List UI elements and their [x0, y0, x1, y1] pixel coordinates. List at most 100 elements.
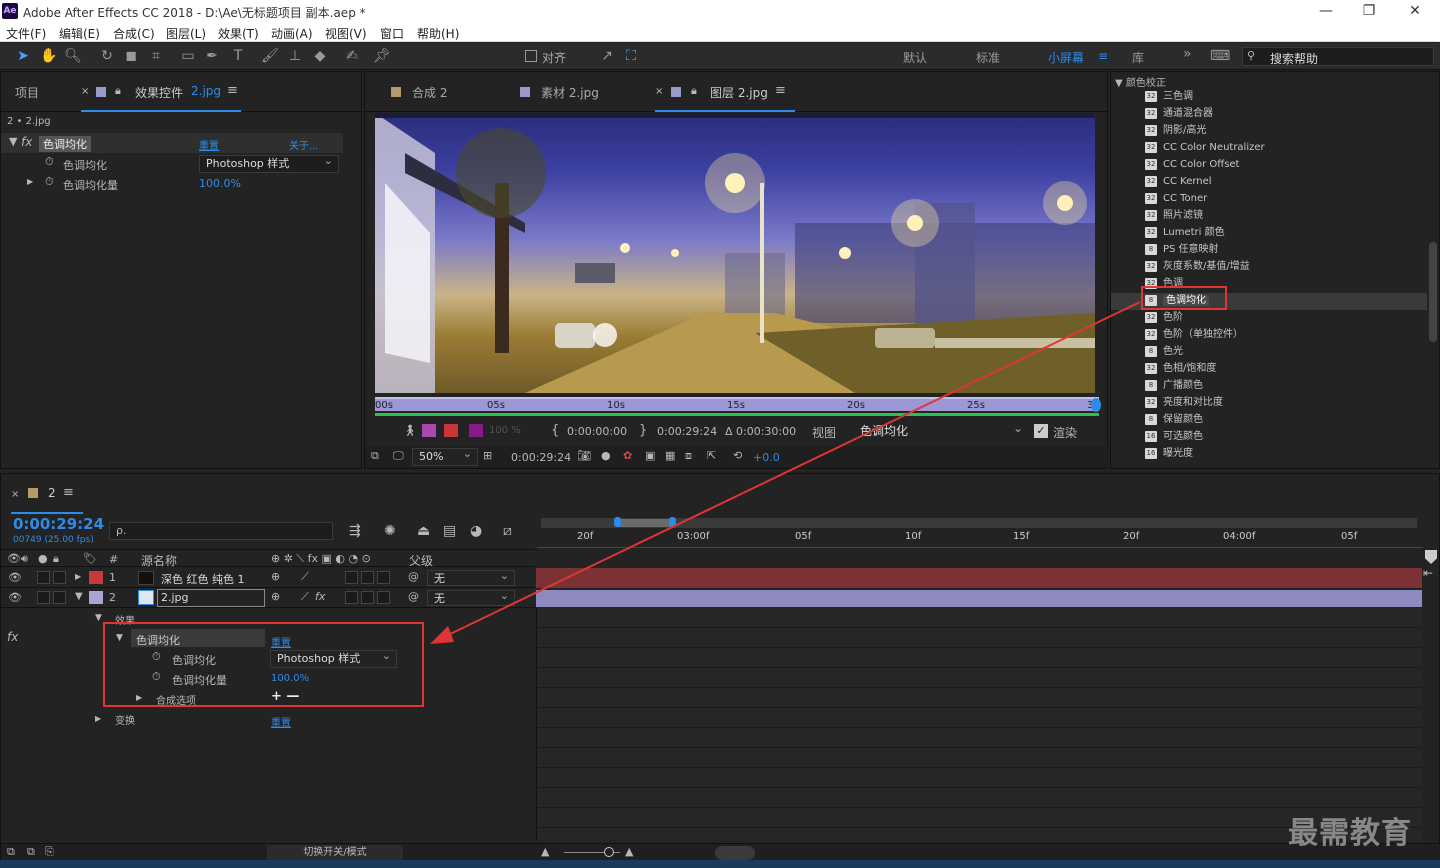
pan-behind-tool-icon[interactable]: ⌗ [147, 47, 165, 65]
viewer-time-ruler[interactable]: 00s 05s 10s 15s 20s 25s 3 [375, 397, 1101, 412]
effect-item[interactable]: 32 亮度和对比度 [1145, 394, 1223, 411]
disclosure-triangle-icon[interactable]: ▼ [9, 135, 17, 148]
monitor-icon[interactable]: 🖵 [393, 449, 404, 463]
graph-editor-icon[interactable]: ⧄ [503, 523, 512, 539]
layer-row[interactable]: 👁︎ ▼ 2 2.jpg ⊕ ⟋ fx @ 无 [1, 588, 535, 608]
exposure-reset-icon[interactable]: ⟲ [733, 449, 742, 462]
view-dropdown[interactable]: 色调均化 [853, 420, 1029, 440]
timeline-timecode[interactable]: 0:00:29:24 [13, 515, 104, 533]
layer-row[interactable]: 👁︎ ▶ 1 深色 红色 纯色 1 ⊕ ⟋ @ 无 [1, 568, 535, 588]
menu-edit[interactable]: 编辑(E) [59, 25, 100, 42]
scrollbar-thumb[interactable] [1429, 242, 1437, 342]
selection-tool-icon[interactable]: ➤ [14, 47, 32, 65]
equalize-style-dropdown[interactable]: Photoshop 样式 [199, 153, 339, 173]
effect-item[interactable]: 32 照片滤镜 [1145, 207, 1203, 224]
label-color[interactable] [89, 591, 103, 604]
zoom-tool-icon[interactable]: 🔍︎ [64, 47, 82, 65]
snapshot-icon[interactable]: 📷︎ [577, 449, 591, 462]
parent-pickwhip-icon[interactable]: @ [408, 570, 419, 583]
work-area-end-handle[interactable] [669, 517, 676, 527]
search-help-field[interactable]: ⚲ 搜索帮助 [1242, 47, 1434, 66]
menu-animation[interactable]: 动画(A) [271, 25, 313, 42]
audio-switch[interactable] [37, 591, 50, 604]
frame-blending-icon[interactable]: ▤ [443, 523, 456, 539]
lock-icon[interactable]: 🔒︎ [691, 84, 697, 98]
fx-switch-icon[interactable]: fx [315, 590, 325, 603]
zoom-slider-thumb[interactable] [604, 847, 614, 857]
out-point-icon[interactable]: } [639, 423, 647, 438]
toggle-icon[interactable] [444, 424, 458, 437]
lock-icon[interactable]: 🔒︎ [115, 84, 121, 98]
tab-effect-controls[interactable]: 效果控件 [135, 84, 183, 101]
disclosure-triangle-icon[interactable]: ▶ [95, 714, 101, 723]
effect-item[interactable]: 8 色光 [1145, 343, 1183, 360]
switch-box[interactable] [377, 591, 390, 604]
zoom-dropdown[interactable]: 50% [412, 446, 478, 466]
workspace-small-screen[interactable]: 小屏幕 [1048, 49, 1084, 66]
parent-dropdown[interactable]: 无 [427, 588, 515, 606]
category-颜色校正[interactable]: ▼ 颜色校正 [1115, 74, 1166, 89]
work-area-range[interactable] [617, 519, 673, 527]
draft-3d-icon[interactable]: ✺ [384, 523, 396, 539]
in-point-icon[interactable]: { [551, 423, 559, 438]
puppet-pin-tool-icon[interactable]: 📌︎ [373, 47, 391, 65]
menu-composition[interactable]: 合成(C) [113, 25, 155, 42]
effect-item[interactable]: 32 灰度系数/基值/增益 [1145, 258, 1250, 275]
switch-box[interactable] [361, 571, 374, 584]
menu-file[interactable]: 文件(F) [6, 25, 46, 42]
channels-icon[interactable]: ✿ [623, 449, 632, 462]
close-tab-icon[interactable]: × [11, 489, 19, 500]
effect-item[interactable]: 32 CC Toner [1145, 190, 1207, 207]
region-icon[interactable]: ⊞ [483, 449, 492, 462]
transform-reset-link[interactable]: 重置 [271, 714, 291, 729]
always-preview-icon[interactable]: ⧉ [371, 449, 379, 463]
workspace-more-icon[interactable]: » [1183, 46, 1192, 62]
brush-tool-icon[interactable]: 🖌︎ [261, 47, 279, 65]
stopwatch-icon[interactable]: ⏱ [45, 155, 54, 169]
keyboard-icon[interactable]: ⌨ [1210, 47, 1230, 65]
layer-name[interactable]: 2.jpg [157, 589, 265, 607]
video-visibility-icon[interactable]: 👁︎ [7, 552, 21, 565]
switch-box[interactable] [345, 591, 358, 604]
viewer-image[interactable] [375, 113, 1095, 393]
maximize-button[interactable]: ❐ [1357, 2, 1381, 20]
menu-window[interactable]: 窗口 [380, 25, 404, 42]
timeline-search-input[interactable]: ρ. [109, 522, 333, 540]
switch-box[interactable] [377, 571, 390, 584]
effect-item[interactable]: 32 色阶 [1145, 309, 1183, 326]
walk-icon[interactable]: 🚶︎ [403, 424, 417, 437]
panel-menu-icon[interactable]: ≡ [775, 83, 786, 98]
fast-preview-icon[interactable]: ⧈ [685, 449, 692, 463]
effect-item[interactable]: 8 广播颜色 [1145, 377, 1203, 394]
roto-brush-tool-icon[interactable]: ✍ [343, 47, 361, 65]
work-area-start-handle[interactable] [614, 517, 621, 527]
track-end-icon[interactable]: ⇤ [1423, 566, 1439, 582]
minimize-button[interactable]: — [1314, 2, 1338, 20]
tab-comp[interactable]: 2 [48, 486, 56, 500]
about-link[interactable]: 关于... [289, 137, 319, 152]
source-name-column[interactable]: 源名称 [141, 552, 177, 569]
clone-stamp-tool-icon[interactable]: ⊥ [286, 47, 304, 65]
equalize-amount-value[interactable]: 100.0% [199, 177, 241, 190]
effect-item[interactable]: 32 三色调 [1145, 88, 1193, 105]
zoom-in-icon[interactable]: ▲ [625, 845, 633, 858]
reset-link[interactable]: 重置 [199, 137, 219, 152]
snap-checkbox[interactable] [525, 50, 537, 62]
layer-1-bar[interactable] [536, 568, 1422, 588]
menu-effect[interactable]: 效果(T) [218, 25, 259, 42]
menu-layer[interactable]: 图层(L) [166, 25, 206, 42]
quality-switch-icon[interactable]: ⟋ [301, 570, 309, 584]
workspace-default[interactable]: 默认 [903, 49, 927, 66]
playhead-marker[interactable] [1425, 550, 1437, 564]
snap-feature-icon[interactable]: ⛶ [622, 47, 640, 65]
timecode-in[interactable]: 0:00:00:00 [567, 425, 627, 438]
visibility-eye-icon[interactable]: 👁︎ [8, 591, 22, 604]
tab-project[interactable]: 项目 [15, 84, 39, 101]
in-out-toggle-icon[interactable]: ⎘ [45, 845, 54, 859]
switch-box[interactable] [361, 591, 374, 604]
parent-column[interactable]: 父级 [409, 552, 433, 569]
effect-item[interactable]: 16 曝光度 [1145, 445, 1193, 462]
tab-effect-layer[interactable]: 2.jpg [191, 84, 221, 98]
disclosure-triangle-icon[interactable]: ▼ [75, 591, 83, 602]
workspace-menu-icon[interactable]: ≡ [1098, 49, 1108, 63]
